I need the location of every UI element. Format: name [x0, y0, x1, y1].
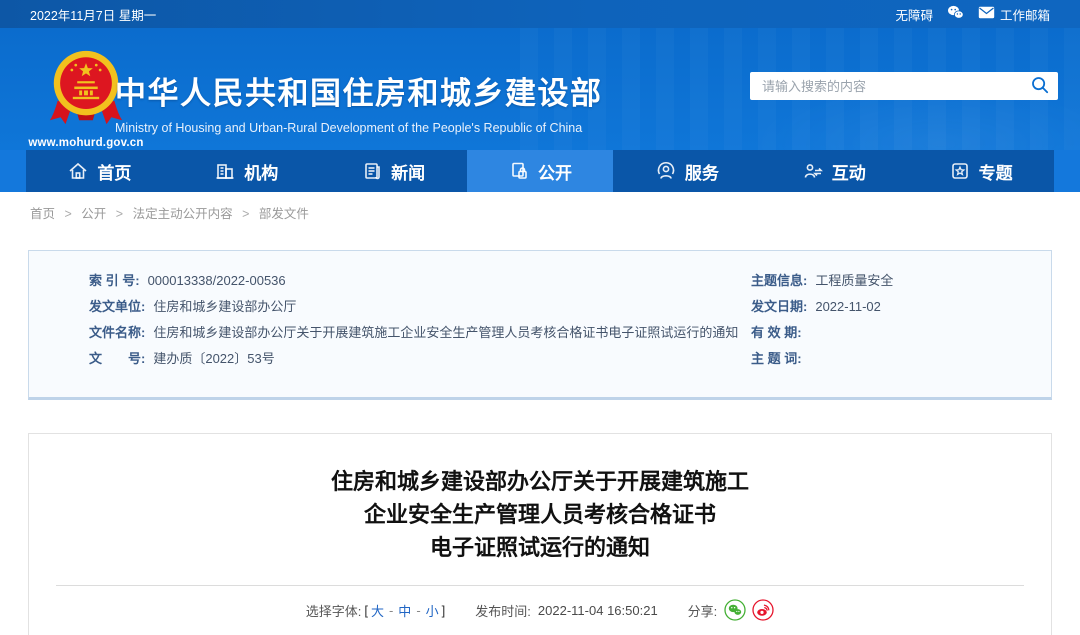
nav-tab-news[interactable]: 新闻	[320, 150, 467, 192]
info-label: 文 号:	[89, 351, 146, 366]
document-info-left-column: 索 引 号: 000013338/2022-00536 发文单位: 住房和城乡建…	[29, 251, 751, 397]
document-info-right-column: 主题信息: 工程质量安全 发文日期: 2022-11-02 有 效 期: 主 题…	[751, 251, 1051, 397]
nav-tab-label: 互动	[831, 163, 866, 183]
nav-tab-home[interactable]: 首页	[26, 150, 173, 192]
info-label: 主 题 词:	[751, 351, 802, 366]
organization-icon	[214, 160, 236, 182]
font-size-medium-button[interactable]: 中	[398, 601, 411, 620]
breadcrumb-item-home[interactable]: 首页	[30, 207, 55, 221]
share-label: 分享:	[687, 603, 718, 619]
breadcrumb-item-statutory[interactable]: 法定主动公开内容	[133, 207, 233, 221]
info-label: 文件名称:	[89, 325, 146, 340]
publish-time: 2022-11-04 16:50:21	[537, 602, 658, 618]
info-label: 索 引 号:	[89, 273, 140, 288]
info-row-topic-info: 主题信息: 工程质量安全	[751, 268, 1051, 294]
site-url: www.mohurd.gov.cn	[28, 137, 144, 149]
search-input[interactable]	[762, 78, 1030, 94]
info-value: 建办质〔2022〕53号	[153, 351, 275, 366]
breadcrumb-separator: >	[64, 207, 72, 221]
info-row-document-name: 文件名称: 住房和城乡建设部办公厅关于开展建筑施工企业安全生产管理人员考核合格证…	[89, 320, 751, 346]
wechat-share-link[interactable]	[947, 5, 964, 23]
font-size-small-button[interactable]: 小	[426, 601, 439, 620]
info-row-index-number: 索 引 号: 000013338/2022-00536	[89, 268, 751, 294]
info-value: 000013338/2022-00536	[147, 273, 286, 288]
work-mailbox-label: 工作邮箱	[999, 8, 1050, 23]
page: 2022年11月7日 星期一 无障碍 工作邮箱 www.mohurd.gov.c…	[0, 0, 1080, 635]
breadcrumb-item-disclosure[interactable]: 公开	[81, 207, 106, 221]
nav-tab-label: 专题	[978, 163, 1013, 183]
article-title-line2: 企业安全生产管理人员考核合格证书	[363, 502, 716, 527]
nav-tab-label: 新闻	[391, 163, 426, 183]
nav-tab-organization[interactable]: 机构	[173, 150, 320, 192]
info-row-issuing-unit: 发文单位: 住房和城乡建设部办公厅	[89, 294, 751, 320]
info-value: 住房和城乡建设部办公厅	[153, 299, 297, 314]
share-weibo-button[interactable]	[752, 599, 774, 621]
nav-tab-interaction[interactable]: 互动	[760, 150, 907, 192]
font-size-large-button[interactable]: 大	[371, 601, 384, 620]
font-size-selector-label: 选择字体:	[305, 603, 362, 619]
article-title-line1: 住房和城乡建设部办公厅关于开展建筑施工	[330, 469, 749, 494]
info-label: 发文单位:	[89, 299, 146, 314]
site-title: 中华人民共和国住房和城乡建设部	[115, 76, 603, 111]
site-header: www.mohurd.gov.cn 中华人民共和国住房和城乡建设部 Minist…	[0, 28, 1080, 150]
breadcrumb-separator: >	[242, 207, 250, 221]
nav-tab-label: 首页	[97, 163, 132, 183]
breadcrumb-separator: >	[115, 207, 124, 221]
share-wechat-button[interactable]	[724, 599, 746, 621]
interaction-icon	[802, 160, 824, 182]
work-mailbox-link[interactable]: 工作邮箱	[978, 5, 1050, 24]
current-date: 2022年11月7日 星期一	[30, 8, 157, 23]
nav-tab-service[interactable]: 服务	[613, 150, 760, 192]
info-row-keywords: 主 题 词:	[751, 346, 1051, 372]
document-info-panel: 索 引 号: 000013338/2022-00536 发文单位: 住房和城乡建…	[28, 250, 1052, 400]
info-label: 主题信息:	[751, 273, 808, 288]
primary-nav-row: 首页 机构 新闻 公开 服务 互动 专题	[0, 150, 1080, 192]
title-divider	[56, 585, 1024, 586]
primary-nav: 首页 机构 新闻 公开 服务 互动 专题	[26, 150, 1054, 192]
article-panel: 住房和城乡建设部办公厅关于开展建筑施工 企业安全生产管理人员考核合格证书 电子证…	[28, 433, 1052, 635]
nav-tab-topics[interactable]: 专题	[907, 150, 1054, 192]
info-row-validity: 有 效 期:	[751, 320, 1051, 346]
nav-tab-label: 服务	[684, 163, 719, 183]
info-row-document-number: 文 号: 建办质〔2022〕53号	[89, 346, 751, 372]
article-title-line3: 电子证照试运行的通知	[429, 535, 650, 560]
nav-tab-label: 机构	[244, 163, 279, 183]
breadcrumb-item-current: 部发文件	[258, 207, 309, 221]
top-bar: 2022年11月7日 星期一 无障碍 工作邮箱	[0, 0, 1080, 28]
national-emblem-icon	[49, 50, 123, 134]
topics-icon	[949, 160, 971, 182]
disclosure-icon	[508, 160, 530, 182]
home-icon	[67, 160, 89, 182]
info-value: 住房和城乡建设部办公厅关于开展建筑施工企业安全生产管理人员考核合格证书电子证照试…	[153, 325, 739, 340]
search-box	[750, 72, 1058, 100]
envelope-icon	[978, 6, 995, 22]
publish-time-label: 发布时间:	[475, 603, 531, 619]
nav-tab-disclosure[interactable]: 公开	[466, 150, 614, 192]
breadcrumb: 首页 > 公开 > 法定主动公开内容 > 部发文件	[30, 203, 309, 222]
info-label: 有 效 期:	[751, 325, 802, 340]
service-icon	[655, 160, 677, 182]
site-subtitle: Ministry of Housing and Urban-Rural Deve…	[115, 121, 583, 135]
bracket-close: ]	[441, 602, 446, 618]
info-value: 工程质量安全	[815, 273, 894, 288]
article-meta-bar: 选择字体: [ 大 - 中 - 小 ] 发布时间: 2022-11-04 16:…	[29, 599, 1051, 621]
wechat-icon	[947, 5, 964, 23]
info-value: 2022-11-02	[815, 299, 881, 314]
accessibility-link[interactable]: 无障碍	[895, 5, 933, 24]
search-button[interactable]	[1030, 75, 1050, 98]
info-label: 发文日期:	[751, 299, 808, 314]
info-row-issue-date: 发文日期: 2022-11-02	[751, 294, 1051, 320]
dash: -	[388, 602, 394, 618]
nav-tab-label: 公开	[538, 163, 572, 183]
article-title: 住房和城乡建设部办公厅关于开展建筑施工 企业安全生产管理人员考核合格证书 电子证…	[29, 465, 1051, 564]
search-icon	[1030, 75, 1050, 98]
news-icon	[361, 160, 383, 182]
dash: -	[416, 602, 421, 618]
bracket-open: [	[364, 602, 368, 618]
